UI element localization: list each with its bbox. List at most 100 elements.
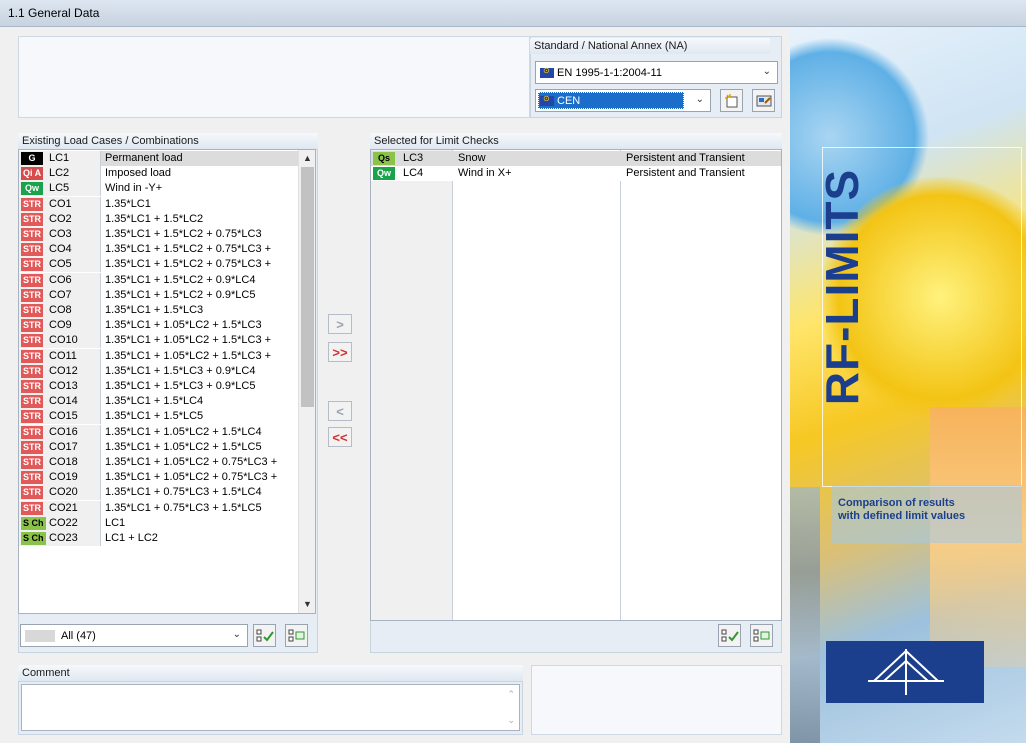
remove-selected-button[interactable]: < [328, 401, 352, 421]
list-item[interactable]: STR CO2 1.35*LC1 + 1.5*LC2 [19, 211, 315, 227]
list-item[interactable]: STR CO7 1.35*LC1 + 1.5*LC2 + 0.9*LC5 [19, 287, 315, 303]
case-description: 1.35*LC1 + 0.75*LC3 + 1.5*LC4 [105, 486, 262, 499]
list-item[interactable]: STR CO14 1.35*LC1 + 1.5*LC4 [19, 394, 315, 410]
case-id: CO1 [49, 197, 72, 210]
list-item[interactable]: Qi A LC2 Imposed load [19, 166, 315, 182]
add-all-button[interactable]: >> [328, 342, 352, 362]
list-item[interactable]: STR CO11 1.35*LC1 + 1.05*LC2 + 1.5*LC3 + [19, 348, 315, 364]
load-type-badge: STR [21, 471, 43, 485]
load-type-badge: STR [21, 197, 43, 211]
existing-list-scrollbar[interactable]: ▲ ▼ [298, 150, 315, 613]
case-id: CO14 [49, 395, 78, 408]
tag-cell: STR CO11 [19, 348, 101, 364]
tag-cell: STR CO16 [19, 424, 101, 440]
case-description: 1.35*LC1 + 1.5*LC3 + 0.9*LC4 [105, 364, 256, 377]
case-description: 1.35*LC1 + 1.5*LC2 + 0.75*LC3 [105, 228, 262, 240]
remove-all-button[interactable]: << [328, 427, 352, 447]
scroll-down-icon[interactable]: ▼ [299, 596, 315, 613]
scroll-up-icon[interactable]: ▲ [299, 150, 315, 167]
selected-invert-button[interactable] [750, 624, 773, 647]
case-id: LC2 [49, 167, 70, 180]
chevron-down-icon: ⌄ [762, 66, 771, 77]
case-id: CO18 [49, 456, 78, 468]
list-item[interactable]: STR CO3 1.35*LC1 + 1.5*LC2 + 0.75*LC3 [19, 227, 315, 242]
case-description: 1.35*LC1 + 1.05*LC2 + 0.75*LC3 + [105, 456, 278, 468]
comment-header-label: Comment [22, 667, 70, 679]
list-item[interactable]: G LC1 Permanent load [19, 151, 315, 166]
case-id: CO23 [49, 532, 78, 544]
comment-textarea[interactable]: ⌃ ⌄ [21, 684, 520, 731]
chevron-down-icon: ⌄ [232, 629, 241, 640]
module-banner: RF-LIMITS Comparison of results with def… [790, 27, 1026, 743]
invert-selection-icon [753, 629, 769, 641]
tag-cell: STR CO17 [19, 439, 101, 455]
list-item[interactable]: S Ch CO22 LC1 [19, 515, 315, 531]
load-type-badge: STR [21, 243, 43, 257]
list-item[interactable]: STR CO4 1.35*LC1 + 1.5*LC2 + 0.75*LC3 + [19, 242, 315, 258]
load-type-badge: STR [21, 288, 43, 302]
list-item[interactable]: STR CO16 1.35*LC1 + 1.05*LC2 + 1.5*LC4 [19, 424, 315, 440]
load-type-badge: Qs [373, 152, 395, 165]
table-row[interactable]: Qw LC4 Wind in X+ Persistent and Transient [371, 166, 781, 181]
load-type-badge: S Ch [21, 516, 46, 530]
new-annex-button[interactable] [720, 89, 743, 112]
case-description: 1.35*LC1 + 1.05*LC2 + 0.75*LC3 + [105, 471, 278, 484]
selected-table[interactable]: Qs LC3 Snow Persistent and Transient Qw LC4 Wi… [370, 149, 782, 621]
list-item[interactable]: STR CO15 1.35*LC1 + 1.5*LC5 [19, 409, 315, 425]
bridge-logo-icon [868, 649, 944, 695]
list-item[interactable]: STR CO19 1.35*LC1 + 1.05*LC2 + 0.75*LC3 + [19, 470, 315, 486]
tag-cell: STR CO5 [19, 257, 101, 273]
list-item[interactable]: S Ch CO23 LC1 + LC2 [19, 531, 315, 546]
list-item[interactable]: STR CO1 1.35*LC1 [19, 196, 315, 212]
national-annex-select[interactable]: CEN ⌄ [535, 89, 711, 112]
tag-cell: STR CO13 [19, 379, 101, 394]
standard-header: Standard / National Annex (NA) [530, 38, 770, 54]
tag-cell: STR CO8 [19, 303, 101, 318]
filter-select[interactable]: All (47) ⌄ [20, 624, 248, 647]
list-item[interactable]: STR CO20 1.35*LC1 + 0.75*LC3 + 1.5*LC4 [19, 485, 315, 501]
edit-annex-button[interactable] [752, 89, 775, 112]
load-type-badge: Qw [21, 182, 43, 196]
list-item[interactable]: STR CO8 1.35*LC1 + 1.5*LC3 [19, 303, 315, 318]
selected-check-all-button[interactable] [718, 624, 741, 647]
load-type-badge: STR [21, 319, 43, 333]
scrollbar-thumb[interactable] [301, 167, 314, 407]
load-type-badge: STR [21, 456, 43, 469]
existing-list[interactable]: G LC1 Permanent load Qi A LC2 Imposed load Qw L… [18, 149, 316, 614]
case-id: CO13 [49, 380, 78, 392]
case-description: 1.35*LC1 + 1.05*LC2 + 1.5*LC5 [105, 440, 262, 453]
select-all-button[interactable] [253, 624, 276, 647]
list-item[interactable]: STR CO13 1.35*LC1 + 1.5*LC3 + 0.9*LC5 [19, 379, 315, 394]
list-item[interactable]: STR CO5 1.35*LC1 + 1.5*LC2 + 0.75*LC3 + [19, 257, 315, 273]
case-id: CO11 [49, 349, 77, 362]
invert-selection-button[interactable] [285, 624, 308, 647]
list-item[interactable]: STR CO6 1.35*LC1 + 1.5*LC2 + 0.9*LC4 [19, 272, 315, 288]
table-row[interactable]: Qs LC3 Snow Persistent and Transient [371, 151, 781, 166]
case-id: CO6 [49, 273, 72, 286]
scroll-up-icon[interactable]: ⌃ [507, 689, 515, 700]
list-item[interactable]: STR CO17 1.35*LC1 + 1.05*LC2 + 1.5*LC5 [19, 439, 315, 455]
tag-cell: STR CO1 [19, 196, 101, 212]
description-line-2: with defined limit values [838, 510, 966, 522]
list-item[interactable]: STR CO9 1.35*LC1 + 1.05*LC2 + 1.5*LC3 [19, 318, 315, 334]
filter-select-value: All (47) [61, 629, 96, 642]
existing-header-label: Existing Load Cases / Combinations [22, 135, 199, 147]
norm-select[interactable]: EN 1995-1-1:2004-11 ⌄ [535, 61, 778, 84]
list-item[interactable]: Qw LC5 Wind in -Y+ [19, 181, 315, 197]
invert-selection-icon [288, 629, 304, 641]
tag-cell: S Ch CO23 [19, 531, 101, 546]
case-id: CO2 [49, 212, 72, 225]
add-selected-button[interactable]: > [328, 314, 352, 334]
list-item[interactable]: STR CO18 1.35*LC1 + 1.05*LC2 + 0.75*LC3 + [19, 455, 315, 470]
filter-swatch [25, 629, 55, 642]
list-item[interactable]: STR CO21 1.35*LC1 + 0.75*LC3 + 1.5*LC5 [19, 500, 315, 516]
case-description: Permanent load [105, 152, 183, 164]
list-item[interactable]: STR CO12 1.35*LC1 + 1.5*LC3 + 0.9*LC4 [19, 363, 315, 379]
list-item[interactable]: STR CO10 1.35*LC1 + 1.05*LC2 + 1.5*LC3 + [19, 333, 315, 349]
case-description: 1.35*LC1 + 1.05*LC2 + 1.5*LC3 [105, 319, 262, 332]
scroll-down-icon[interactable]: ⌄ [507, 715, 515, 726]
load-type-badge: STR [21, 273, 43, 287]
tag-cell: S Ch CO22 [19, 515, 101, 531]
company-logo [826, 641, 984, 703]
case-id: CO22 [49, 516, 78, 529]
